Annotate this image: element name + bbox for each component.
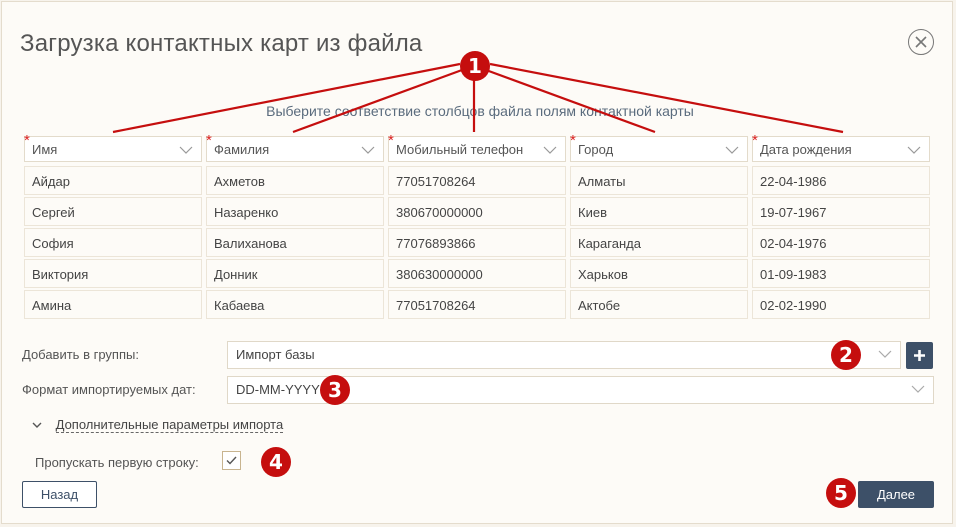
plus-icon (914, 350, 925, 361)
chevron-down-icon (179, 146, 193, 154)
annotation-badge-4: 4 (261, 447, 291, 477)
column-label: Имя (32, 142, 58, 157)
table-cell: Айдар (24, 166, 202, 195)
groups-select[interactable]: Импорт базы (227, 341, 901, 369)
next-button[interactable]: Далее (858, 481, 934, 508)
table-cell: Ахметов (206, 166, 384, 195)
annotation-badge-5: 5 (826, 478, 856, 508)
mapping-instructions: Выберите соответствие столбцов файла пол… (266, 103, 694, 119)
required-marker: * (752, 132, 758, 149)
annotation-badge-2: 2 (831, 340, 861, 370)
table-cell: 02-04-1976 (752, 228, 930, 257)
table-cell: Амина (24, 290, 202, 319)
table-cell: 01-09-1983 (752, 259, 930, 288)
chevron-down-icon (361, 146, 375, 154)
table-cell: Киев (570, 197, 748, 226)
column-label: Город (578, 142, 614, 157)
table-cell: 380630000000 (388, 259, 566, 288)
column-label: Мобильный телефон (396, 142, 524, 157)
column-mapping-select-name[interactable]: * Имя (24, 132, 202, 162)
column-mapping-select-birthdate[interactable]: * Дата рождения (752, 132, 930, 162)
advanced-options-label: Дополнительные параметры импорта (55, 417, 284, 433)
table-cell: 77076893866 (388, 228, 566, 257)
close-button[interactable] (908, 29, 934, 55)
chevron-down-icon (543, 146, 557, 154)
date-format-value: DD-MM-YYYY (236, 382, 320, 397)
table-cell: Виктория (24, 259, 202, 288)
required-marker: * (570, 132, 576, 149)
table-cell: 22-04-1986 (752, 166, 930, 195)
advanced-options-toggle[interactable]: Дополнительные параметры импорта (32, 417, 284, 433)
column-mapping-select-city[interactable]: * Город (570, 132, 748, 162)
add-group-button[interactable] (906, 342, 933, 369)
table-cell: Донник (206, 259, 384, 288)
chevron-down-icon (907, 146, 921, 154)
skip-first-row-checkbox[interactable] (222, 451, 241, 470)
chevron-down-icon (878, 350, 892, 358)
column-mapping-select-phone[interactable]: * Мобильный телефон (388, 132, 566, 162)
column-label: Фамилия (214, 142, 270, 157)
required-marker: * (206, 132, 212, 149)
table-cell: 77051708264 (388, 290, 566, 319)
back-button[interactable]: Назад (22, 481, 97, 508)
groups-select-value: Импорт базы (236, 347, 315, 362)
column-mapping-select-surname[interactable]: * Фамилия (206, 132, 384, 162)
close-icon (915, 36, 927, 48)
table-cell: Харьков (570, 259, 748, 288)
table-cell: София (24, 228, 202, 257)
annotation-badge-1: 1 (460, 51, 490, 81)
table-cell: Валиханова (206, 228, 384, 257)
table-cell: Актобе (570, 290, 748, 319)
chevron-down-icon (911, 385, 925, 393)
table-cell: 19-07-1967 (752, 197, 930, 226)
column-label: Дата рождения (760, 142, 852, 157)
table-cell: Назаренко (206, 197, 384, 226)
annotation-badge-3: 3 (320, 375, 350, 405)
skip-first-row-label: Пропускать первую строку: (35, 455, 199, 470)
table-cell: Караганда (570, 228, 748, 257)
required-marker: * (24, 132, 30, 149)
dialog-title: Загрузка контактных карт из файла (20, 30, 423, 57)
table-cell: 380670000000 (388, 197, 566, 226)
table-cell: 77051708264 (388, 166, 566, 195)
chevron-down-icon (725, 146, 739, 154)
table-cell: Кабаева (206, 290, 384, 319)
date-format-label: Формат импортируемых дат: (22, 382, 196, 397)
table-cell: Алматы (570, 166, 748, 195)
required-marker: * (388, 132, 394, 149)
table-cell: Сергей (24, 197, 202, 226)
table-cell: 02-02-1990 (752, 290, 930, 319)
chevron-down-icon (32, 422, 42, 429)
groups-label: Добавить в группы: (22, 347, 139, 362)
check-icon (226, 456, 237, 465)
